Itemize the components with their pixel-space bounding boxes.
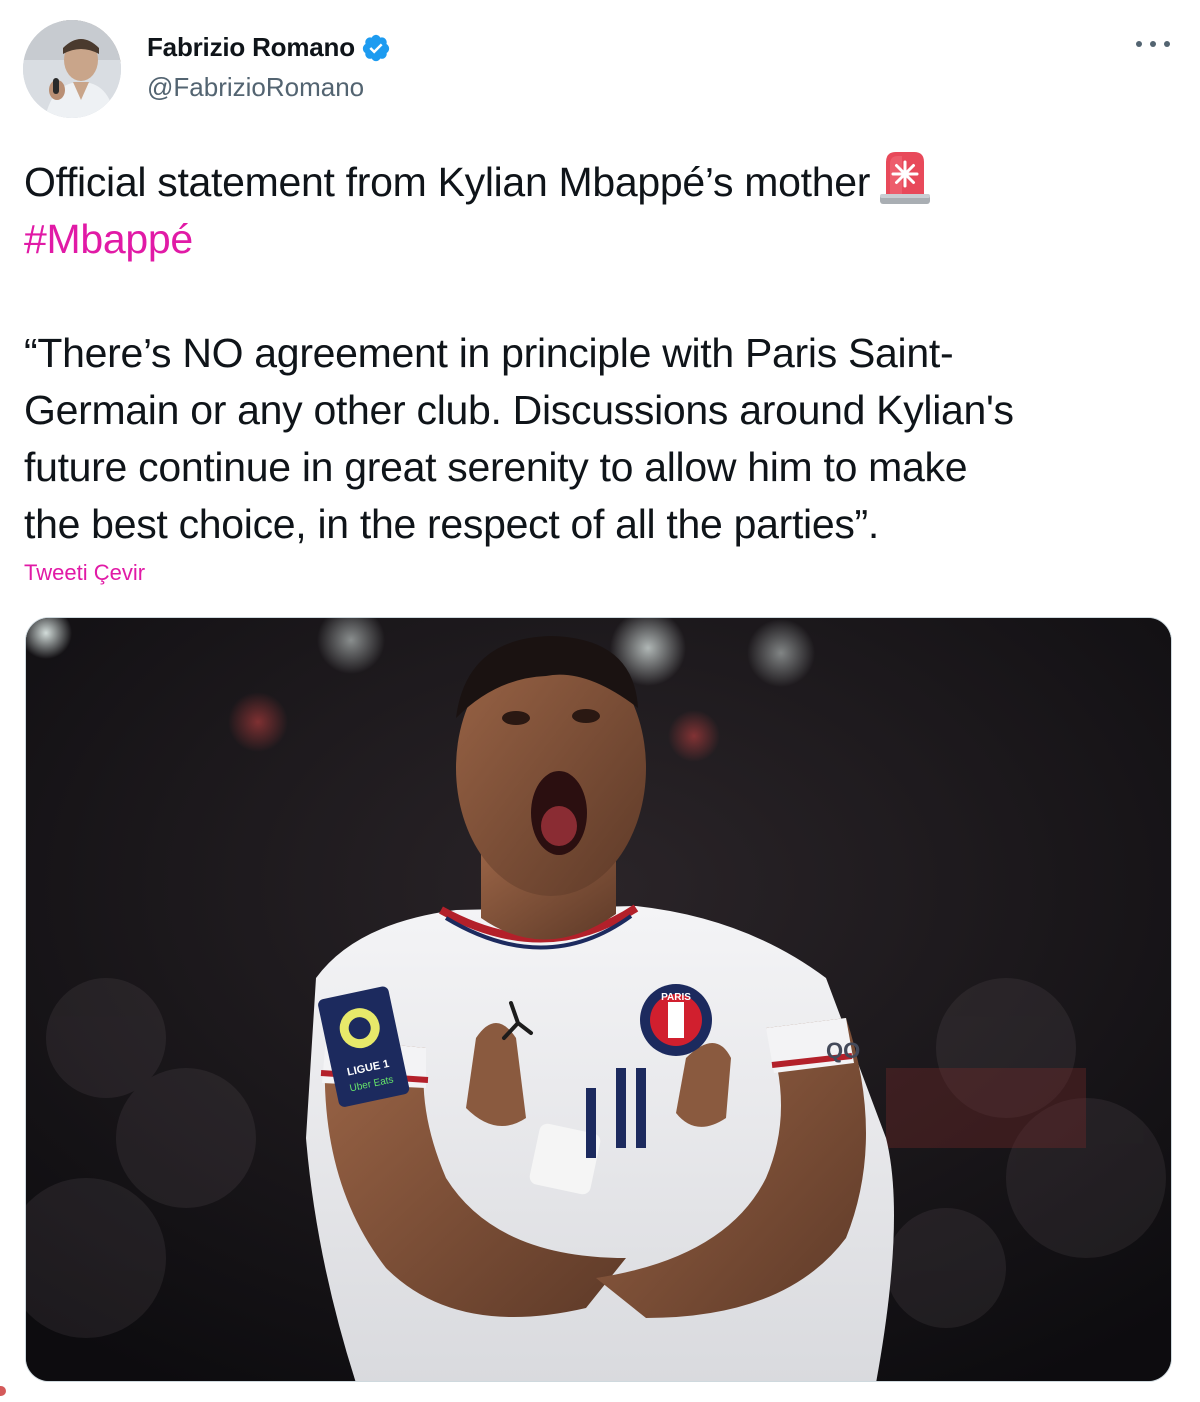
more-dot <box>1164 41 1170 47</box>
tweet-line: Official statement from Kylian Mbappé’s … <box>24 148 1174 211</box>
more-dot <box>1150 41 1156 47</box>
tweet-line: future continue in great serenity to all… <box>24 444 968 490</box>
more-options-icon[interactable] <box>1136 34 1170 54</box>
tweet-line: the best choice, in the respect of all t… <box>24 501 879 547</box>
hashtag-link[interactable]: #Mbappé <box>24 216 193 262</box>
scroll-edge-marker <box>0 1386 6 1396</box>
tweet-line: Germain or any other club. Discussions a… <box>24 387 1014 433</box>
tweet-line: “There’s NO agreement in principle with … <box>24 330 954 376</box>
tweet-line: #Mbappé <box>24 211 1174 268</box>
display-name-text[interactable]: Fabrizio Romano <box>147 32 355 63</box>
author-handle[interactable]: @FabrizioRomano <box>147 72 364 103</box>
rotating-light-icon <box>878 148 932 206</box>
tweet-text: Official statement from Kylian Mbappé’s … <box>24 148 1174 553</box>
tweet-card: Fabrizio Romano @FabrizioRomano Official… <box>0 0 1200 1402</box>
club-crest-text: PARIS <box>661 992 691 1003</box>
translate-tweet-link[interactable]: Tweeti Çevir <box>24 560 145 586</box>
tweet-line-text: Official statement from Kylian Mbappé’s … <box>24 159 871 205</box>
avatar[interactable] <box>23 20 121 118</box>
author-display-name[interactable]: Fabrizio Romano <box>147 32 391 63</box>
more-dot <box>1136 41 1142 47</box>
sponsor-partial-text: QO <box>826 1038 860 1063</box>
verified-badge-icon <box>361 33 391 63</box>
tweet-photo[interactable]: LIGUE 1 Uber Eats PARIS QO <box>25 617 1172 1382</box>
